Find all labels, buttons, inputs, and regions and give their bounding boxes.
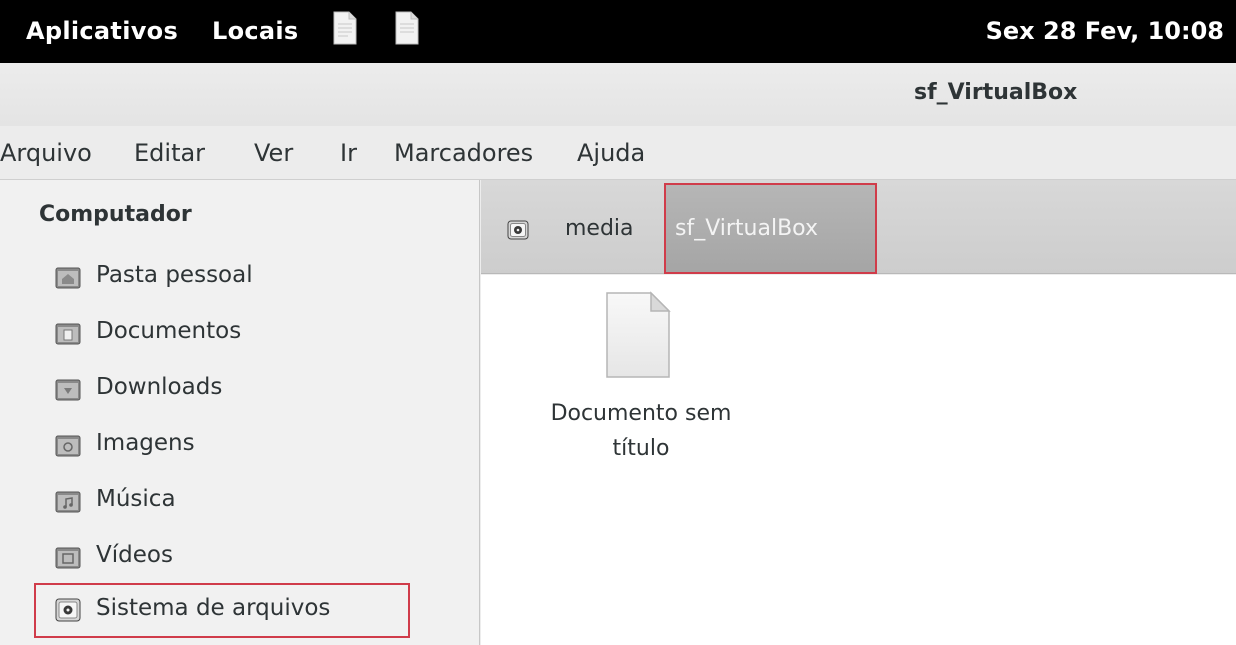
document-launcher-icon[interactable] [395, 11, 419, 45]
clock[interactable]: Sex 28 Fev, 10:08 [986, 17, 1224, 45]
menu-ir[interactable]: Ir [340, 139, 357, 167]
file-item[interactable]: Documento sem título [531, 291, 751, 471]
top-panel: Aplicativos Locais Sex 28 Fev, 10:08 [0, 0, 1236, 63]
crumb-sf-virtualbox[interactable]: sf_VirtualBox [664, 183, 877, 274]
file-name-line: Documento sem [550, 401, 732, 426]
sidebar-item-label: Documentos [96, 318, 242, 344]
sidebar-item-label: Sistema de arquivos [96, 595, 331, 621]
file-name: Documento sem título [531, 396, 751, 466]
sidebar-item-label: Música [96, 486, 176, 512]
text-editor-launcher-icon[interactable] [333, 11, 357, 45]
sidebar-item-label: Imagens [96, 430, 195, 456]
sidebar-heading: Computador [39, 202, 192, 227]
menu-ajuda[interactable]: Ajuda [577, 139, 645, 167]
sidebar-item-label: Downloads [96, 374, 223, 400]
menu-marcadores[interactable]: Marcadores [394, 139, 533, 167]
menu-bar: Arquivo Editar Ver Ir Marcadores Ajuda [0, 126, 1236, 180]
filesystem-icon [55, 598, 81, 622]
applications-menu[interactable]: Aplicativos [26, 17, 178, 45]
menu-arquivo[interactable]: Arquivo [0, 139, 92, 167]
menu-editar[interactable]: Editar [134, 139, 205, 167]
pictures-folder-icon [55, 435, 81, 457]
home-folder-icon [55, 267, 81, 289]
file-view[interactable]: Documento sem título [481, 275, 1236, 645]
crumb-media[interactable]: media [565, 216, 634, 241]
crumb-label: sf_VirtualBox [675, 216, 818, 241]
window-title: sf_VirtualBox [914, 80, 1078, 105]
documents-folder-icon [55, 323, 81, 345]
downloads-folder-icon [55, 379, 81, 401]
menu-ver[interactable]: Ver [254, 139, 293, 167]
text-document-icon [606, 291, 671, 378]
file-name-line: título [612, 436, 670, 461]
videos-folder-icon [55, 547, 81, 569]
sidebar-item-label: Vídeos [96, 542, 173, 568]
places-sidebar: Computador Pasta pessoal Documentos Down… [0, 180, 480, 645]
music-folder-icon [55, 491, 81, 513]
window-titlebar[interactable]: sf_VirtualBox [0, 63, 1236, 126]
places-menu[interactable]: Locais [212, 17, 299, 45]
sidebar-item-label: Pasta pessoal [96, 262, 253, 288]
path-bar: media sf_VirtualBox [481, 180, 1236, 274]
filesystem-root-crumb-icon[interactable] [507, 220, 529, 240]
